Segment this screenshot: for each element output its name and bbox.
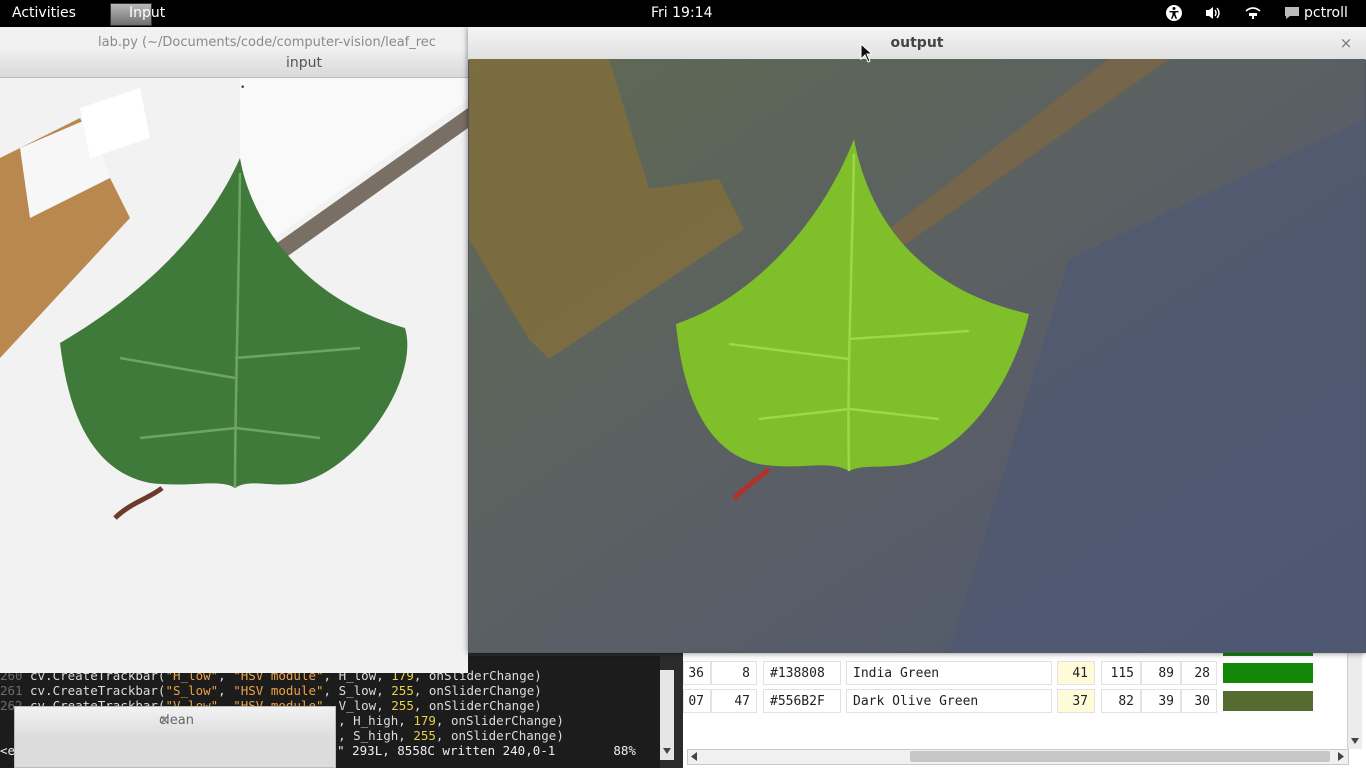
- table-cell[interactable]: 36: [683, 661, 711, 685]
- mouse-cursor-icon: [860, 43, 874, 63]
- volume-icon[interactable]: [1204, 4, 1222, 22]
- svg-text:•: •: [240, 83, 245, 93]
- table-cell[interactable]: India Green: [846, 661, 1052, 685]
- table-cell[interactable]: 47: [711, 689, 757, 713]
- clean-window-titlebar[interactable]: clean ×: [15, 707, 335, 735]
- vertical-scrollbar[interactable]: [1347, 652, 1362, 749]
- table-cell[interactable]: Dark Olive Green: [846, 689, 1052, 713]
- table-cell[interactable]: 28: [1181, 661, 1217, 685]
- horizontal-scrollbar[interactable]: [687, 749, 1349, 765]
- close-icon[interactable]: ×: [159, 713, 170, 728]
- output-window-title: output: [890, 35, 944, 51]
- table-cell[interactable]: 07: [683, 689, 711, 713]
- scroll-down-icon[interactable]: [1351, 738, 1359, 744]
- table-cell[interactable]: #138808: [763, 661, 841, 685]
- accessibility-icon[interactable]: [1165, 4, 1183, 22]
- network-icon[interactable]: [1244, 4, 1262, 22]
- input-image[interactable]: •: [0, 78, 468, 673]
- table-cell[interactable]: 39: [1141, 689, 1181, 713]
- activities-button[interactable]: Activities: [12, 5, 76, 21]
- table-cell[interactable]: #556B2F: [763, 689, 841, 713]
- color-swatch: [1223, 663, 1313, 683]
- input-window[interactable]: lab.py (~/Documents/code/computer-vision…: [0, 27, 468, 673]
- user-menu[interactable]: pctroll: [1304, 5, 1348, 21]
- input-window-titlebar[interactable]: input: [0, 51, 468, 78]
- background-window-title: lab.py (~/Documents/code/computer-vision…: [98, 35, 436, 50]
- code-line[interactable]: e", H_high, 179, onSliderChange): [323, 713, 564, 728]
- table-cell[interactable]: 41: [1057, 661, 1095, 685]
- table-cell[interactable]: 8: [711, 661, 757, 685]
- input-window-title: input: [286, 55, 323, 71]
- leaf-photo: •: [0, 78, 468, 673]
- table-cell[interactable]: 89: [1141, 661, 1181, 685]
- close-icon[interactable]: ×: [1336, 33, 1356, 53]
- table-cell[interactable]: 37: [1057, 689, 1095, 713]
- table-cell[interactable]: 115: [1101, 661, 1141, 685]
- output-image[interactable]: [469, 59, 1365, 652]
- clean-window[interactable]: clean ×: [14, 706, 336, 768]
- scroll-down-icon[interactable]: [663, 748, 671, 754]
- table-cell[interactable]: 30: [1181, 689, 1217, 713]
- clock[interactable]: Fri 19:14: [651, 5, 712, 21]
- processed-leaf-image: [469, 59, 1365, 652]
- app-menu-label: Input: [129, 5, 166, 21]
- output-window[interactable]: output ×: [468, 27, 1366, 653]
- code-line[interactable]: e", S_high, 255, onSliderChange): [323, 728, 564, 743]
- color-swatch: [1223, 691, 1313, 711]
- top-bar: Activities Input Fri 19:14 pctroll: [0, 0, 1366, 27]
- scroll-right-icon[interactable]: [1338, 752, 1344, 761]
- scroll-left-icon[interactable]: [691, 752, 697, 761]
- table-cell[interactable]: 82: [1101, 689, 1141, 713]
- code-line[interactable]: 261 cv.CreateTrackbar("S_low", "HSV modul…: [0, 683, 542, 698]
- app-menu[interactable]: Input: [108, 2, 168, 26]
- chat-icon[interactable]: [1284, 6, 1300, 20]
- color-table[interactable]: 36 8 #138808 India Green 41 115 89 28 07…: [683, 652, 1366, 768]
- scrollbar-thumb[interactable]: [910, 751, 1330, 762]
- output-window-titlebar[interactable]: output ×: [468, 27, 1366, 60]
- editor-scrollbar[interactable]: [660, 670, 674, 760]
